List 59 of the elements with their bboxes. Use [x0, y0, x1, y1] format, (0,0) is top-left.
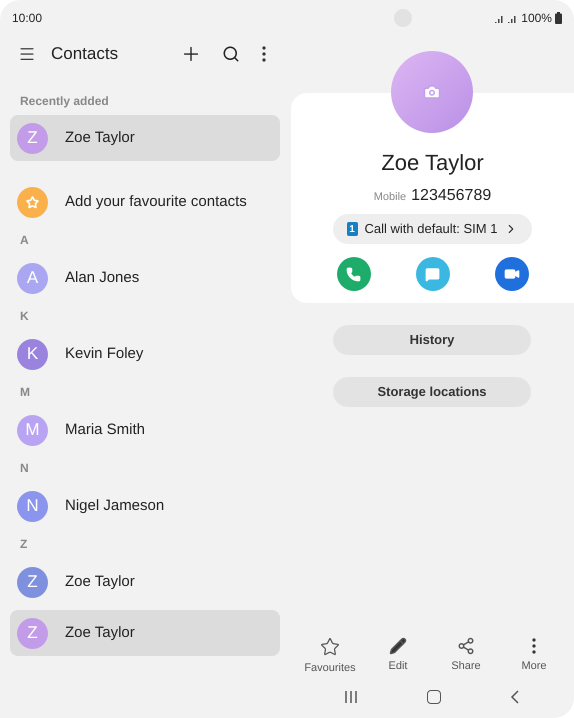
avatar: K [17, 338, 48, 370]
section-header: Recently added [20, 93, 109, 110]
app-title: Contacts [51, 43, 118, 66]
more-icon [532, 638, 536, 654]
home-icon[interactable] [426, 690, 441, 704]
contact-name: Alan Jones [65, 268, 140, 288]
call-button[interactable] [336, 257, 370, 291]
section-header: K [20, 308, 29, 325]
contact-name: Nigel Jameson [65, 496, 164, 516]
section-header: M [20, 384, 30, 401]
star-icon [320, 636, 340, 656]
contact-name: Zoe Taylor [65, 622, 135, 643]
contact-item[interactable]: Z Zoe Taylor [10, 115, 280, 161]
section-header: Z [20, 536, 28, 553]
contact-item[interactable]: A Alan Jones [10, 251, 280, 305]
avatar: Z [17, 618, 48, 648]
phone-number: 123456789 [411, 186, 492, 206]
video-call-button[interactable] [494, 257, 528, 291]
camera-icon [423, 83, 441, 101]
contact-item[interactable]: N Nigel Jameson [10, 479, 280, 533]
message-icon [425, 266, 440, 282]
pencil-icon [389, 636, 407, 654]
avatar: N [17, 490, 48, 522]
avatar: M [17, 414, 48, 446]
status-time: 10:00 [12, 10, 42, 27]
search-icon[interactable] [222, 45, 240, 63]
toolbar-action[interactable]: Favourites [300, 636, 360, 676]
contact-item[interactable]: Z Zoe Taylor [10, 610, 280, 656]
contact-name: Zoe Taylor [381, 149, 484, 177]
contact-name: Zoe Taylor [65, 572, 135, 592]
toolbar-action[interactable]: More [504, 636, 564, 676]
menu-icon[interactable] [18, 45, 36, 63]
battery-level: 100% [521, 10, 552, 27]
section-header: A [20, 232, 29, 249]
avatar: A [17, 262, 48, 294]
sim-badge: 1 [346, 222, 358, 236]
number-label: Mobile [374, 190, 406, 205]
contact-name: Kevin Foley [65, 344, 144, 364]
battery-icon [554, 12, 562, 24]
action-button[interactable]: Storage locations [333, 377, 531, 407]
action-button[interactable]: History [333, 325, 531, 355]
avatar: Z [17, 122, 48, 154]
phone-icon [346, 266, 361, 282]
toolbar-action[interactable]: Edit [368, 636, 428, 676]
contact-name: Zoe Taylor [65, 128, 135, 148]
recent-apps-icon[interactable] [344, 690, 358, 704]
contact-item[interactable]: Z Zoe Taylor [10, 555, 280, 609]
contact-name: Maria Smith [65, 420, 146, 440]
back-icon[interactable] [510, 690, 520, 704]
default-sim-button[interactable]: 1 Call with default: SIM 1 [332, 214, 532, 244]
section-header: N [20, 460, 29, 477]
toolbar-action[interactable]: Share [436, 636, 496, 676]
share-icon [457, 636, 475, 654]
favourites-item[interactable]: Add your favourite contacts [10, 175, 280, 229]
contact-item[interactable]: K Kevin Foley [10, 327, 280, 381]
avatar: Z [17, 566, 48, 598]
signal-icon [494, 13, 518, 23]
contact-item[interactable]: M Maria Smith [10, 403, 280, 457]
more-icon[interactable] [262, 46, 266, 62]
